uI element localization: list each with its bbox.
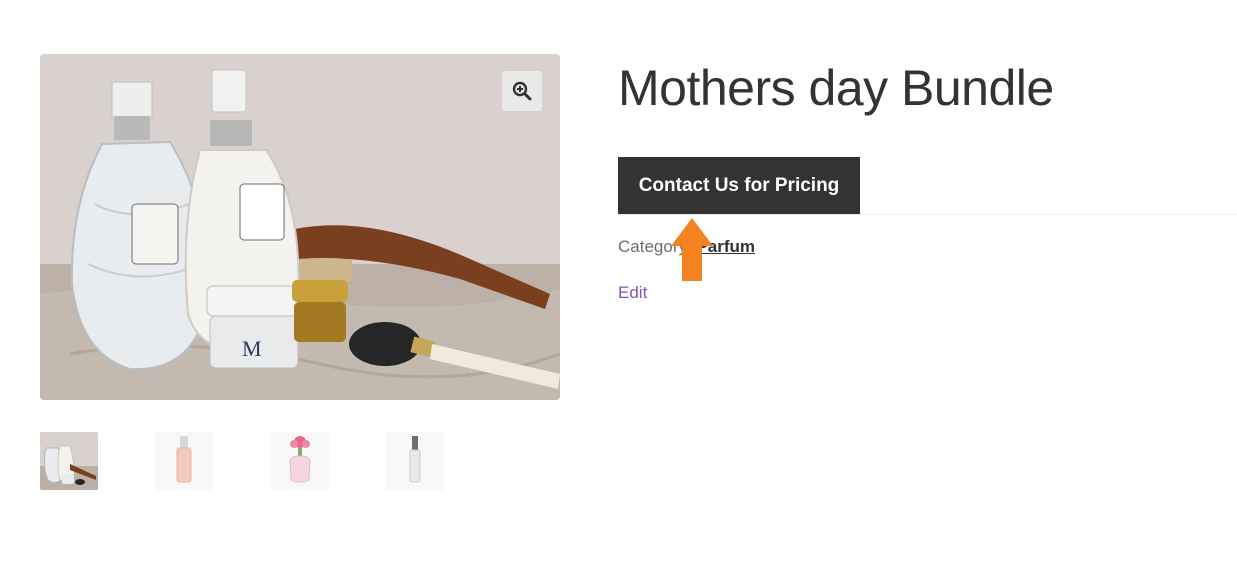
product-main-image[interactable]: M	[40, 54, 560, 400]
thumbnail-pink-perfume-bottle[interactable]	[155, 432, 213, 490]
cosmetics-photo: M	[40, 54, 560, 400]
thumbnail-slim-clear-perfume-bottle[interactable]	[386, 432, 444, 490]
contact-for-pricing-button[interactable]: Contact Us for Pricing	[618, 157, 860, 214]
product-category: Category: Parfum	[618, 236, 755, 258]
edit-link[interactable]: Edit	[618, 282, 647, 304]
svg-text:M: M	[242, 336, 262, 361]
product-page: M Mothers day Bundle Contact Us for Pric…	[0, 0, 1237, 578]
thumbnail-cosmetics-set[interactable]	[40, 432, 98, 490]
zoom-in-icon	[512, 81, 532, 101]
product-title: Mothers day Bundle	[618, 60, 1054, 116]
category-label: Category:	[618, 237, 692, 256]
summary-divider	[618, 214, 1237, 215]
category-link[interactable]: Parfum	[696, 237, 755, 256]
flower-perfume-thumbnail-image	[271, 432, 329, 490]
pink-perfume-thumbnail-image	[155, 432, 213, 490]
cosmetics-thumbnail-image	[40, 432, 98, 490]
thumbnail-flower-cap-perfume-bottle[interactable]	[271, 432, 329, 490]
slim-perfume-thumbnail-image	[386, 432, 444, 490]
zoom-button[interactable]	[502, 71, 542, 111]
